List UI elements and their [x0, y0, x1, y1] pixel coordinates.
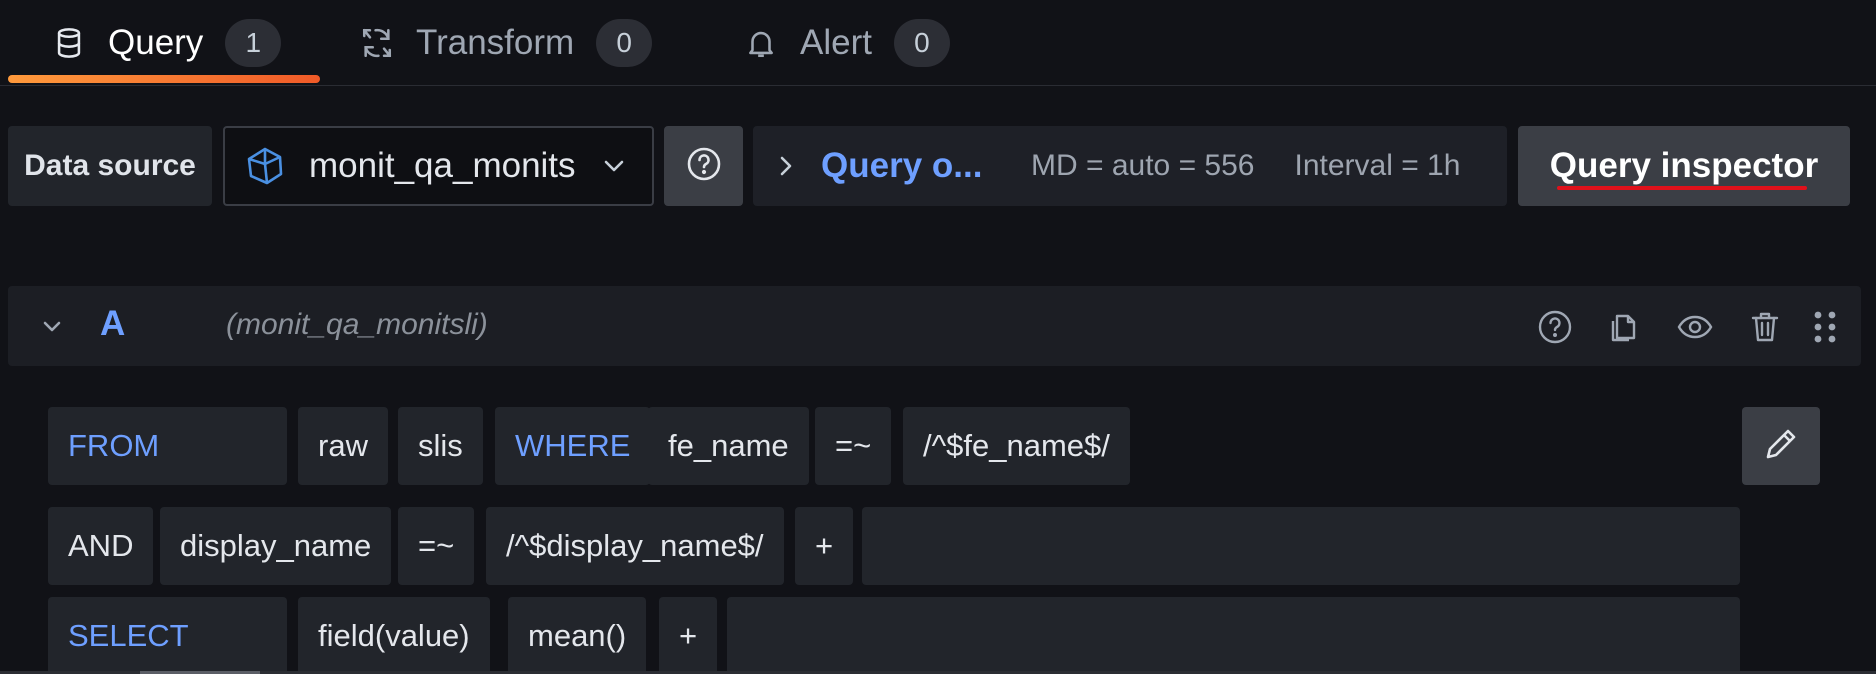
tab-transform[interactable]: Transform 0 — [360, 0, 653, 86]
tag-key-segment[interactable]: fe_name — [648, 407, 809, 485]
operator-segment[interactable]: =~ — [815, 407, 892, 485]
tab-count-badge: 0 — [596, 19, 653, 67]
database-icon — [52, 26, 86, 60]
pencil-icon — [1762, 425, 1800, 468]
measurement-segment[interactable]: slis — [398, 407, 483, 485]
interval-value: Interval = 1h — [1294, 149, 1461, 182]
tab-bar: Query 1 Transform 0 Alert 0 — [0, 0, 1876, 86]
add-condition-button[interactable]: + — [795, 507, 854, 585]
chevron-right-icon — [779, 155, 793, 177]
select-keyword: SELECT — [48, 597, 287, 674]
tab-alert[interactable]: Alert 0 — [744, 0, 950, 86]
tag-key-segment[interactable]: display_name — [160, 507, 392, 585]
eye-icon[interactable] — [1676, 308, 1714, 346]
data-source-help-button[interactable] — [664, 126, 743, 206]
tag-value-segment[interactable]: /^$fe_name$/ — [903, 407, 1130, 485]
and-keyword[interactable]: AND — [48, 507, 154, 585]
tab-query[interactable]: Query 1 — [52, 0, 282, 86]
duplicate-icon[interactable] — [1606, 308, 1644, 346]
help-icon — [686, 146, 722, 187]
retention-policy-segment[interactable]: raw — [298, 407, 388, 485]
bell-icon — [744, 26, 778, 60]
drag-handle-icon[interactable] — [1806, 308, 1844, 346]
add-select-button[interactable]: + — [659, 597, 718, 674]
active-tab-indicator — [8, 75, 320, 83]
query-options-title: Query o... — [821, 146, 983, 185]
row-filler — [727, 597, 1740, 674]
query-datasource-name: (monit_qa_monitsli) — [226, 308, 488, 341]
data-source-label: Data source — [8, 126, 212, 206]
edit-raw-query-button[interactable] — [1742, 407, 1820, 485]
aggregation-segment[interactable]: mean() — [508, 597, 647, 674]
query-row-header: A (monit_qa_monitsli) — [8, 286, 1861, 366]
transform-icon — [360, 26, 394, 60]
field-segment[interactable]: field(value) — [298, 597, 490, 674]
from-keyword: FROM — [48, 407, 287, 485]
highlight-underline — [1557, 186, 1807, 190]
help-icon[interactable] — [1536, 308, 1574, 346]
tab-label: Alert — [800, 23, 872, 62]
row-filler — [862, 507, 1740, 585]
data-source-picker[interactable]: monit_qa_monitsli — [223, 126, 654, 206]
operator-segment[interactable]: =~ — [398, 507, 475, 585]
query-inspector-button[interactable]: Query inspector — [1518, 126, 1850, 206]
influxdb-logo-icon — [245, 146, 285, 186]
query-ref-id[interactable]: A — [100, 304, 125, 344]
chevron-down-icon — [603, 159, 625, 173]
tab-label: Transform — [416, 23, 575, 62]
tag-value-segment[interactable]: /^$display_name$/ — [486, 507, 784, 585]
tab-count-badge: 0 — [893, 19, 950, 67]
trash-icon[interactable] — [1746, 308, 1784, 346]
query-options-toggle[interactable]: Query o... MD = auto = 556 Interval = 1h — [753, 126, 1507, 206]
tab-label: Query — [108, 23, 204, 62]
tab-count-badge: 1 — [225, 19, 282, 67]
max-data-points: MD = auto = 556 — [1031, 149, 1255, 182]
where-keyword: WHERE — [495, 407, 651, 485]
collapse-chevron-icon[interactable] — [36, 310, 68, 342]
data-source-name: monit_qa_monitsli — [309, 146, 575, 185]
